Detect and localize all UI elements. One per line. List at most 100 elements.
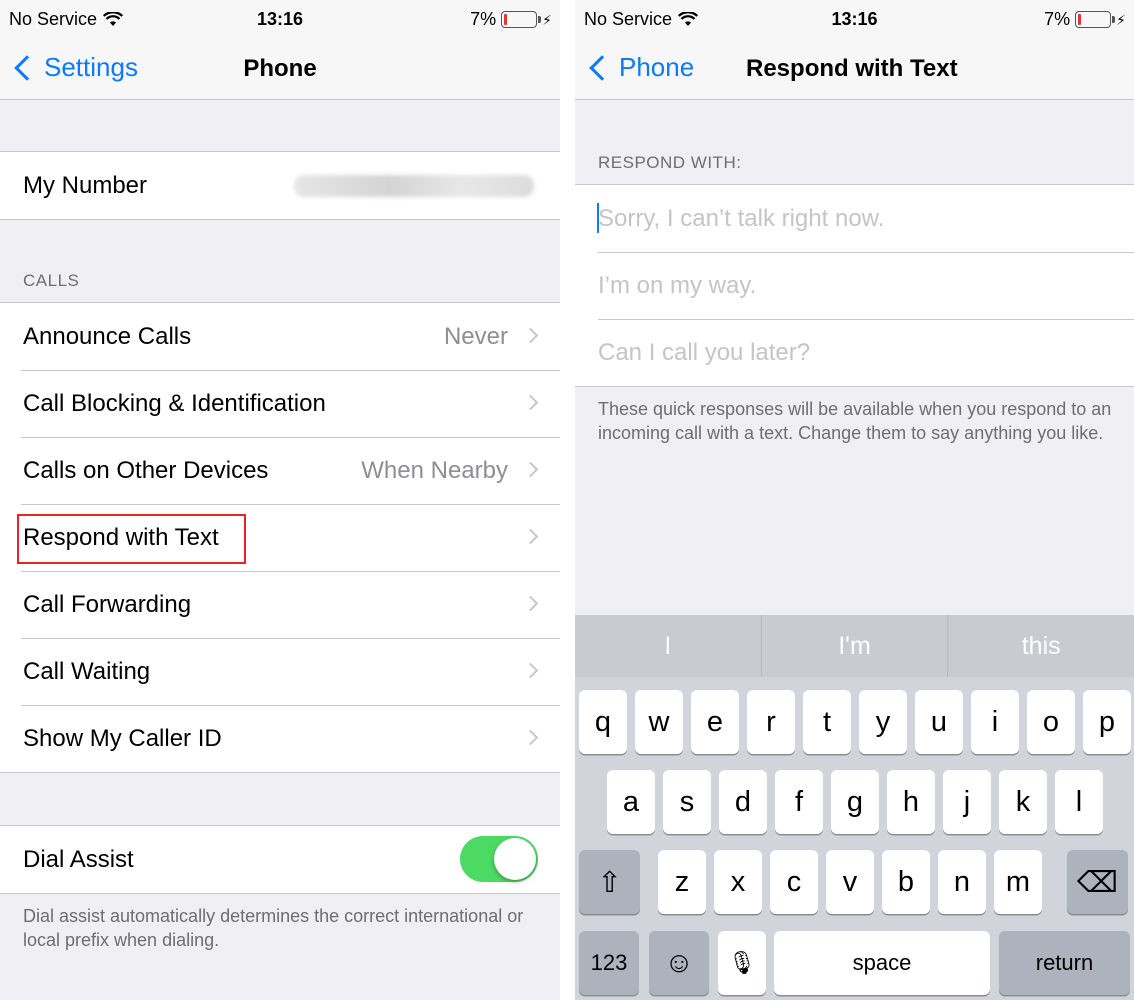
prediction-2[interactable]: I'm <box>760 615 948 677</box>
carrier-label: No Service <box>584 9 673 29</box>
respond-with-text-row[interactable]: Respond with Text <box>0 504 560 571</box>
back-button-phone[interactable]: Phone <box>587 52 694 83</box>
row-label: Call Waiting <box>23 657 151 685</box>
battery-indicator: 7% ⚡ <box>470 9 552 30</box>
dial-assist-label: Dial Assist <box>23 845 134 873</box>
key-y[interactable]: y <box>859 690 907 754</box>
key-b[interactable]: b <box>882 850 930 914</box>
key-d[interactable]: d <box>719 770 767 834</box>
key-v[interactable]: v <box>826 850 874 914</box>
key-o[interactable]: o <box>1027 690 1075 754</box>
row-label: Call Forwarding <box>23 590 192 618</box>
chevron-right-icon <box>522 461 539 478</box>
response-text: I’m on my way. <box>598 271 757 299</box>
dial-assist-description: Dial assist automatically determines the… <box>23 906 524 950</box>
chevron-left-icon <box>589 54 615 81</box>
row-value: Never <box>443 322 508 350</box>
calls-group: Announce Calls Never Call Blocking & Ide… <box>0 302 560 773</box>
dial-assist-toggle[interactable] <box>460 836 538 882</box>
toggle-knob <box>494 838 536 880</box>
key-k[interactable]: k <box>999 770 1047 834</box>
backspace-key[interactable]: ⌫ <box>1067 850 1128 914</box>
key-u[interactable]: u <box>915 690 963 754</box>
respond-with-header: RESPOND WITH: <box>598 153 742 172</box>
row-label: Announce Calls <box>23 322 192 350</box>
space-key[interactable]: space <box>774 931 990 995</box>
key-l[interactable]: l <box>1055 770 1103 834</box>
battery-fill <box>504 14 508 25</box>
key-row-bottom: ⇧ ⌫ zxcvbnm <box>575 850 1134 914</box>
chevron-right-icon <box>522 662 539 679</box>
numbers-key[interactable]: 123 <box>579 931 639 995</box>
key-n[interactable]: n <box>938 850 986 914</box>
redacted-phone-number <box>294 174 534 197</box>
carrier-indicator: No Service <box>9 9 124 30</box>
responses-group: Sorry, I can’t talk right now. I’m on my… <box>575 184 1134 387</box>
key-a[interactable]: a <box>607 770 655 834</box>
key-e[interactable]: e <box>691 690 739 754</box>
response-text: Can I call you later? <box>598 338 811 366</box>
battery-fill <box>1078 14 1082 25</box>
charging-bolt-icon: ⚡ <box>1116 11 1126 28</box>
key-row-function: 123 ☺ 🎙 space return <box>575 931 1134 995</box>
microphone-key[interactable]: 🎙 <box>718 931 766 995</box>
key-x[interactable]: x <box>714 850 762 914</box>
show-my-caller-id-row[interactable]: Show My Caller ID <box>0 705 560 772</box>
battery-icon <box>1075 11 1116 28</box>
calls-on-other-devices-row[interactable]: Calls on Other Devices When Nearby <box>0 437 560 504</box>
key-c[interactable]: c <box>770 850 818 914</box>
my-number-row[interactable]: My Number <box>0 152 560 219</box>
key-f[interactable]: f <box>775 770 823 834</box>
chevron-right-icon <box>522 595 539 612</box>
phone-settings-screen: No Service 13:16 7% ⚡ Settings Phone My … <box>0 0 560 1000</box>
call-blocking-row[interactable]: Call Blocking & Identification <box>0 370 560 437</box>
key-t[interactable]: t <box>803 690 851 754</box>
prediction-3[interactable]: this <box>947 615 1134 677</box>
row-value: When Nearby <box>361 456 508 484</box>
page-title: Respond with Text <box>746 55 958 82</box>
prediction-1[interactable]: I <box>575 615 761 677</box>
call-waiting-row[interactable]: Call Waiting <box>0 638 560 705</box>
battery-percent: 7% <box>470 9 497 29</box>
response-field-2[interactable]: I’m on my way. <box>575 252 1134 319</box>
key-row-top: qwertyuiop <box>575 690 1134 754</box>
key-h[interactable]: h <box>887 770 935 834</box>
my-number-label: My Number <box>23 171 148 199</box>
chevron-right-icon <box>522 394 539 411</box>
battery-indicator: 7% ⚡ <box>1044 9 1126 30</box>
key-q[interactable]: q <box>579 690 627 754</box>
key-g[interactable]: g <box>831 770 879 834</box>
return-key[interactable]: return <box>999 931 1130 995</box>
emoji-key[interactable]: ☺ <box>649 931 709 995</box>
row-label: Calls on Other Devices <box>23 456 269 484</box>
row-label: Call Blocking & Identification <box>23 389 326 417</box>
calls-section-header: CALLS <box>23 271 80 290</box>
key-w[interactable]: w <box>635 690 683 754</box>
announce-calls-row[interactable]: Announce Calls Never <box>0 303 560 370</box>
dial-assist-group: Dial Assist <box>0 825 560 894</box>
key-row-middle: asdfghjkl <box>575 770 1134 834</box>
shift-key[interactable]: ⇧ <box>579 850 640 914</box>
key-i[interactable]: i <box>971 690 1019 754</box>
key-m[interactable]: m <box>994 850 1042 914</box>
keyboard: I I'm this qwertyuiop asdfghjkl ⇧ ⌫ zxcv… <box>575 615 1134 1000</box>
response-field-3[interactable]: Can I call you later? <box>575 319 1134 386</box>
response-field-1[interactable]: Sorry, I can’t talk right now. <box>575 185 1134 252</box>
call-forwarding-row[interactable]: Call Forwarding <box>0 571 560 638</box>
text-caret <box>597 203 599 233</box>
key-j[interactable]: j <box>943 770 991 834</box>
key-p[interactable]: p <box>1083 690 1131 754</box>
charging-bolt-icon: ⚡ <box>542 11 552 28</box>
key-s[interactable]: s <box>663 770 711 834</box>
carrier-label: No Service <box>9 9 98 29</box>
status-bar: No Service 13:16 7% ⚡ <box>0 0 560 38</box>
key-z[interactable]: z <box>658 850 706 914</box>
row-label: Respond with Text <box>23 523 219 551</box>
chevron-right-icon <box>522 729 539 746</box>
chevron-right-icon <box>522 327 539 344</box>
response-text: Sorry, I can’t talk right now. <box>598 204 885 232</box>
battery-icon <box>501 11 542 28</box>
key-r[interactable]: r <box>747 690 795 754</box>
predictive-bar: I I'm this <box>575 615 1134 677</box>
chevron-right-icon <box>522 528 539 545</box>
